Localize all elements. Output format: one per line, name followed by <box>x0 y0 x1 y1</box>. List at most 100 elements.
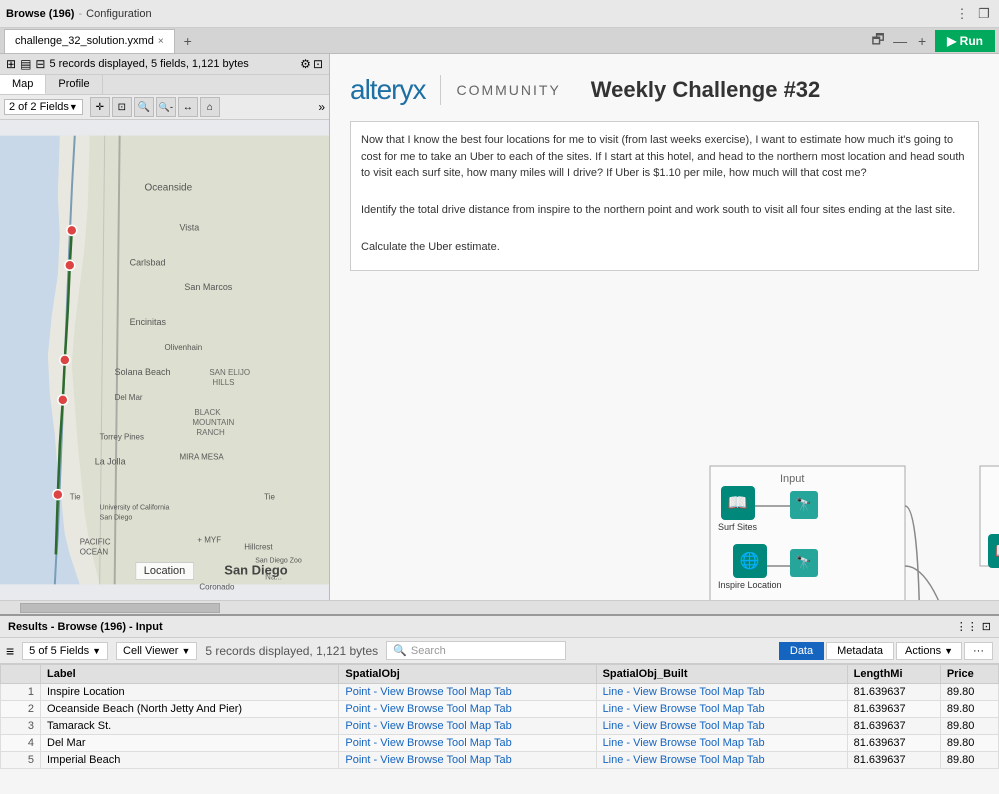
tab-bar: challenge_32_solution.yxmd × + 🗗 — + ▶ R… <box>0 28 999 54</box>
svg-text:Torrey Pines: Torrey Pines <box>100 433 144 442</box>
description-box: Now that I know the best four locations … <box>350 121 979 271</box>
window-maximize-btn[interactable]: + <box>913 32 931 50</box>
cell-price: 89.80 <box>940 735 998 752</box>
cell-viewer-dropdown[interactable]: Cell Viewer ▼ <box>116 642 197 660</box>
cell-label: Tamarack St. <box>41 718 339 735</box>
results-panel: Results - Browse (196) - Input ⋮⋮ ⊡ ≡ 5 … <box>0 614 999 794</box>
browse-separator: - <box>78 8 82 20</box>
cell-spatial-built: Line - View Browse Tool Map Tab <box>596 701 847 718</box>
cell-spatial: Point - View Browse Tool Map Tab <box>339 701 596 718</box>
fields-label: 2 of 2 Fields <box>9 101 69 113</box>
map-area[interactable]: Oceanside Vista Carlsbad San Marcos Enci… <box>0 120 329 600</box>
cell-spatial-built: Line - View Browse Tool Map Tab <box>596 684 847 701</box>
cell-price: 89.80 <box>940 701 998 718</box>
cell-price: 89.80 <box>940 752 998 769</box>
menu-dots-btn[interactable]: ⋮ <box>953 5 971 23</box>
fields-dropdown[interactable]: 2 of 2 Fields ▼ <box>4 99 83 115</box>
svg-text:Del Mar: Del Mar <box>115 393 143 402</box>
cell-price: 89.80 <box>940 684 998 701</box>
svg-text:San Diego Zoo: San Diego Zoo <box>255 557 302 564</box>
table-row[interactable]: 1 Inspire Location Point - View Browse T… <box>1 684 999 701</box>
cell-length: 81.639637 <box>847 718 940 735</box>
cell-label: Oceanside Beach (North Jetty And Pier) <box>41 701 339 718</box>
map-select-icon[interactable]: ⊡ <box>112 97 132 117</box>
results-more-icon[interactable]: ⋮⋮ <box>956 620 978 633</box>
location-label: Location <box>135 562 195 580</box>
list-icon: ▤ <box>20 57 31 71</box>
map-home-icon[interactable]: ⌂ <box>200 97 220 117</box>
records-count: 5 records displayed, 1,121 bytes <box>205 644 378 658</box>
svg-text:RANCH: RANCH <box>196 428 225 437</box>
col-spatial[interactable]: SpatialObj <box>339 665 596 684</box>
panel-expand-btn[interactable]: » <box>318 100 325 114</box>
browse-expand-icon[interactable]: ⊡ <box>313 57 323 71</box>
surf-sites-browse[interactable]: 🔭 <box>790 491 818 519</box>
main-area: ⊞ ▤ ⊟ 5 records displayed, 5 fields, 1,1… <box>0 54 999 600</box>
browse-settings-icon[interactable]: ⚙ <box>300 57 311 71</box>
table-row[interactable]: 4 Del Mar Point - View Browse Tool Map T… <box>1 735 999 752</box>
table-row[interactable]: 3 Tamarack St. Point - View Browse Tool … <box>1 718 999 735</box>
alteryx-logo: alteryx <box>350 74 425 106</box>
actions-chevron-icon: ▼ <box>944 646 953 656</box>
results-expand-icon[interactable]: ⊡ <box>982 620 991 633</box>
map-zoom-out-icon[interactable]: 🔍- <box>156 97 176 117</box>
inspire-icon: 🌐 <box>733 544 767 578</box>
inspire-browse[interactable]: 🔭 <box>790 549 818 577</box>
table-row[interactable]: 2 Oceanside Beach (North Jetty And Pier)… <box>1 701 999 718</box>
cell-viewer-chevron-icon: ▼ <box>181 646 190 656</box>
inspire-location-tool[interactable]: 🌐 Inspire Location <box>718 544 782 590</box>
profile-tab[interactable]: Profile <box>46 75 102 94</box>
cell-spatial: Point - View Browse Tool Map Tab <box>339 684 596 701</box>
col-label[interactable]: Label <box>41 665 339 684</box>
map-add-icon[interactable]: ✛ <box>90 97 110 117</box>
more-options-btn[interactable]: ··· <box>964 642 993 660</box>
fields-chevron-icon: ▼ <box>92 646 101 656</box>
workflow-hscroll[interactable] <box>0 600 999 614</box>
table-row[interactable]: 5 Imperial Beach Point - View Browse Too… <box>1 752 999 769</box>
run-button[interactable]: ▶ Run <box>935 30 995 52</box>
col-spatial-built[interactable]: SpatialObj_Built <box>596 665 847 684</box>
map-tab[interactable]: Map <box>0 75 46 94</box>
map-pan-icon[interactable]: ↔ <box>178 97 198 117</box>
svg-text:Carlsbad: Carlsbad <box>130 257 166 267</box>
results-table: Label SpatialObj SpatialObj_Built Length… <box>0 664 999 794</box>
col-length[interactable]: LengthMi <box>847 665 940 684</box>
challenge-title: Weekly Challenge #32 <box>591 77 821 103</box>
svg-text:San Diego: San Diego <box>100 515 133 522</box>
svg-text:MOUNTAIN: MOUNTAIN <box>192 418 234 427</box>
map-zoom-in-icon[interactable]: 🔍 <box>134 97 154 117</box>
svg-text:Input: Input <box>780 473 804 485</box>
actions-dropdown[interactable]: Actions ▼ <box>896 642 962 660</box>
search-box[interactable]: 🔍 Search <box>386 641 566 660</box>
svg-text:Na...: Na... <box>265 572 282 581</box>
svg-text:Tie: Tie <box>70 493 81 502</box>
tab-label: challenge_32_solution.yxmd <box>15 35 154 47</box>
svg-text:HILLS: HILLS <box>212 378 234 387</box>
svg-text:+ MYF: + MYF <box>197 535 221 544</box>
add-tab-btn[interactable]: + <box>177 30 199 52</box>
data-tab-btn[interactable]: Data <box>779 642 824 660</box>
right-panel[interactable]: alteryx COMMUNITY Weekly Challenge #32 N… <box>330 54 999 600</box>
svg-text:Olivenhain: Olivenhain <box>165 343 203 352</box>
surf-sites-tool[interactable]: 📖 Surf Sites <box>718 486 757 532</box>
records-info: 5 records displayed, 5 fields, 1,121 byt… <box>49 58 248 70</box>
window-restore-btn[interactable]: 🗗 <box>869 32 887 50</box>
results-title: Results - Browse (196) - Input <box>8 621 163 633</box>
active-tab[interactable]: challenge_32_solution.yxmd × <box>4 29 175 53</box>
col-price[interactable]: Price <box>940 665 998 684</box>
restore-btn[interactable]: ❐ <box>975 5 993 23</box>
output-book-tool[interactable]: 📖 <box>988 534 999 568</box>
map-tabs: Map Profile <box>0 75 329 95</box>
svg-text:University of California: University of California <box>100 505 170 512</box>
svg-text:Vista: Vista <box>179 222 199 232</box>
inspire-label: Inspire Location <box>718 580 782 590</box>
fields-count-dropdown[interactable]: 5 of 5 Fields ▼ <box>22 642 108 660</box>
metadata-tab-btn[interactable]: Metadata <box>826 642 894 660</box>
tab-close-btn[interactable]: × <box>158 36 164 47</box>
svg-text:Hillcrest: Hillcrest <box>244 542 273 551</box>
filter-icon: ≡ <box>6 643 14 659</box>
svg-text:PACIFIC: PACIFIC <box>80 537 111 546</box>
hscroll-thumb[interactable] <box>20 603 220 613</box>
cell-label: Imperial Beach <box>41 752 339 769</box>
window-minimize-btn[interactable]: — <box>891 32 909 50</box>
